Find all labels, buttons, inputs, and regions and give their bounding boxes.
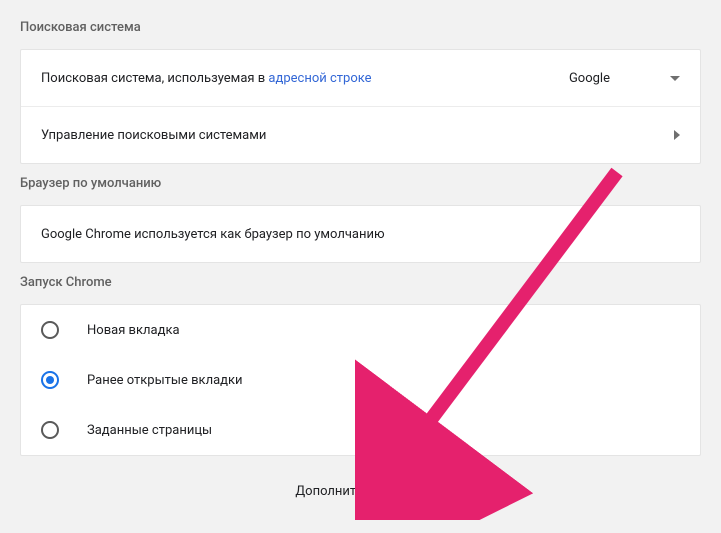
row-search-engine-used-in: Поисковая система, используемая в адресн… <box>21 50 700 106</box>
radio-label-continue: Ранее открытые вкладки <box>87 373 243 388</box>
card-default-browser: Google Chrome используется как браузер п… <box>20 205 701 263</box>
radio-icon <box>41 371 59 389</box>
radio-row-continue[interactable]: Ранее открытые вкладки <box>21 355 700 405</box>
radio-icon <box>41 421 59 439</box>
row-default-browser-status: Google Chrome используется как браузер п… <box>21 206 700 262</box>
radio-row-specific-pages[interactable]: Заданные страницы <box>21 405 700 455</box>
section-title-default-browser: Браузер по умолчанию <box>20 176 701 191</box>
caret-down-icon <box>416 489 426 494</box>
advanced-label: Дополнительные <box>295 484 401 499</box>
label-default-browser-status: Google Chrome используется как браузер п… <box>41 227 385 242</box>
text-search-engine-used-in-prefix: Поисковая система, используемая в <box>41 71 268 86</box>
radio-row-new-tab[interactable]: Новая вкладка <box>21 305 700 355</box>
select-search-engine[interactable]: Google <box>569 71 680 86</box>
card-startup: Новая вкладка Ранее открытые вкладки Зад… <box>20 304 701 456</box>
link-address-bar[interactable]: адресной строке <box>268 71 371 86</box>
section-title-search-engine: Поисковая система <box>20 20 701 35</box>
section-title-startup: Запуск Chrome <box>20 275 701 290</box>
select-search-engine-value: Google <box>569 71 610 86</box>
radio-label-specific-pages: Заданные страницы <box>87 423 212 438</box>
label-manage-search-engines: Управление поисковыми системами <box>41 128 266 143</box>
radio-icon <box>41 321 59 339</box>
caret-down-icon <box>670 76 680 81</box>
row-manage-search-engines[interactable]: Управление поисковыми системами <box>21 107 700 163</box>
chevron-right-icon <box>674 130 680 140</box>
advanced-toggle[interactable]: Дополнительные <box>20 484 701 499</box>
label-search-engine-used-in: Поисковая система, используемая в адресн… <box>41 71 372 86</box>
card-search-engine: Поисковая система, используемая в адресн… <box>20 49 701 164</box>
radio-label-new-tab: Новая вкладка <box>87 323 180 338</box>
